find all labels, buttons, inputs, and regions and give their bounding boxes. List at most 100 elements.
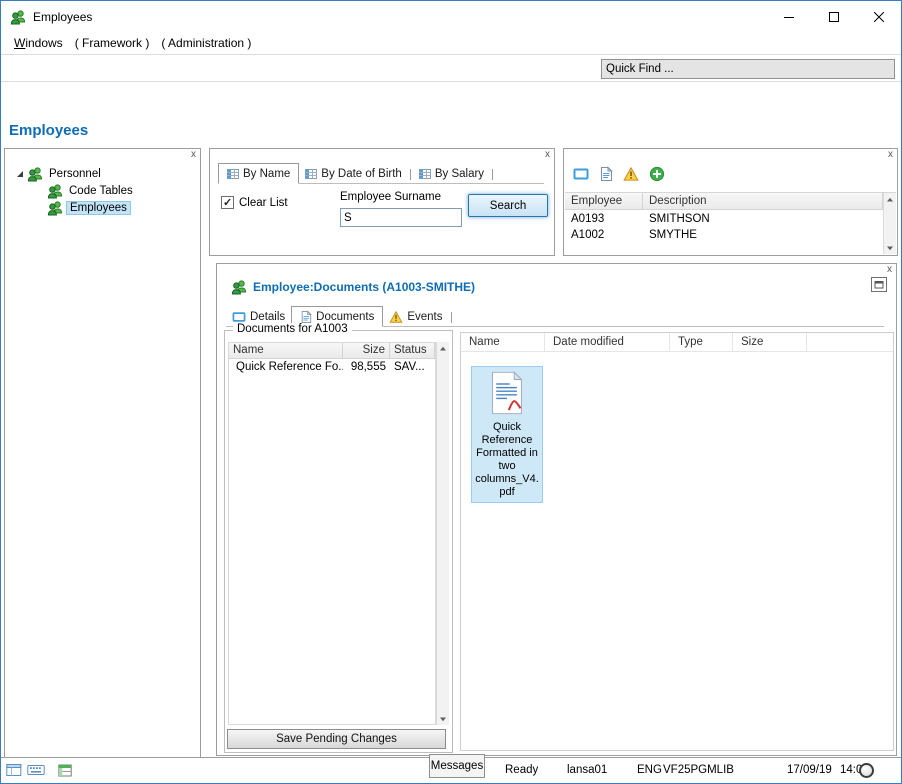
table-row[interactable]: A0193 SMITHSON bbox=[565, 211, 883, 227]
tab-by-name[interactable]: By Name bbox=[218, 163, 300, 184]
scroll-down-icon[interactable] bbox=[884, 242, 897, 254]
title-bar: Employees bbox=[1, 1, 901, 32]
search-results-panel: x Employee Description A0193 SMITHSON A1… bbox=[563, 148, 898, 256]
document-size-cell: 98,555 bbox=[350, 361, 386, 373]
documents-group-title: Documents for A1003 bbox=[233, 323, 352, 335]
minimize-button[interactable] bbox=[766, 1, 811, 32]
tab-by-date-of-birth[interactable]: By Date of Birth bbox=[299, 165, 408, 183]
column-header-name[interactable]: Name bbox=[461, 333, 545, 351]
close-button[interactable] bbox=[856, 1, 901, 32]
documents-scrollbar[interactable] bbox=[436, 342, 449, 725]
warning-icon[interactable] bbox=[623, 167, 639, 181]
tree-item-employees[interactable]: Employees bbox=[5, 199, 200, 216]
people-icon bbox=[231, 279, 247, 295]
maximize-icon bbox=[828, 11, 839, 22]
documents-panel-header: Employee:Documents (A1003-SMITHE) bbox=[231, 279, 475, 295]
status-indicator-icon bbox=[859, 763, 874, 778]
tree-item-label: Personnel bbox=[49, 167, 101, 180]
close-icon bbox=[873, 11, 884, 22]
menu-windows[interactable]: Windows bbox=[9, 36, 68, 50]
form-icon[interactable] bbox=[6, 763, 22, 777]
minimize-icon bbox=[783, 16, 794, 18]
messages-button[interactable]: Messages bbox=[429, 754, 485, 778]
people-icon bbox=[27, 166, 43, 182]
search-panel-close-icon[interactable]: x bbox=[545, 149, 550, 161]
tree-item-label: Code Tables bbox=[69, 184, 133, 197]
save-pending-changes-button[interactable]: Save Pending Changes bbox=[227, 729, 446, 749]
scroll-up-icon[interactable] bbox=[437, 342, 450, 354]
employee-surname-label: Employee Surname bbox=[340, 191, 441, 203]
search-button[interactable]: Search bbox=[468, 194, 548, 217]
menu-framework[interactable]: ( Framework ) bbox=[70, 36, 155, 50]
page-title: Employees bbox=[9, 122, 89, 139]
column-header-type[interactable]: Type bbox=[670, 333, 733, 351]
status-bar-icons bbox=[6, 763, 72, 777]
table-row[interactable]: Quick Reference Fo... 98,555 SAV... bbox=[229, 359, 435, 376]
details-icon bbox=[232, 311, 246, 323]
results-rows: A0193 SMITHSON A1002 SMYTHE bbox=[565, 211, 883, 243]
clear-list-row: Clear List bbox=[221, 196, 288, 209]
file-item-selected[interactable]: Quick Reference Formatted in two columns… bbox=[471, 366, 543, 503]
column-header-employee[interactable]: Employee bbox=[565, 193, 643, 209]
results-scrollbar[interactable] bbox=[883, 193, 896, 254]
app-window: Employees Windows ( Framework ) ( Admini… bbox=[0, 0, 902, 784]
documents-table-header: Name Size Status bbox=[229, 343, 435, 359]
column-header-size[interactable]: Size bbox=[343, 343, 390, 358]
navigation-tree: Personnel Code Tables Employees bbox=[5, 149, 200, 216]
spreadsheet-icon[interactable] bbox=[58, 764, 72, 777]
people-icon bbox=[47, 183, 63, 199]
status-ready: Ready bbox=[505, 764, 539, 776]
results-panel-close-icon[interactable]: x bbox=[888, 149, 893, 161]
status-user: lansa01 bbox=[567, 764, 608, 776]
status-date: 17/09/19 bbox=[787, 764, 832, 776]
document-icon[interactable] bbox=[599, 166, 613, 182]
tab-label: Details bbox=[250, 311, 286, 323]
window-title: Employees bbox=[33, 9, 93, 24]
employee-search-panel: x By Name By Date of Birth By Salary Cle… bbox=[209, 148, 555, 256]
expander-icon[interactable] bbox=[15, 169, 24, 178]
tree-item-code-tables[interactable]: Code Tables bbox=[5, 182, 200, 199]
tab-separator bbox=[409, 169, 411, 180]
file-name-label: Quick Reference Formatted in two columns… bbox=[475, 421, 539, 498]
column-header-size[interactable]: Size bbox=[733, 333, 807, 351]
tab-events[interactable]: Events bbox=[383, 308, 448, 326]
table-row[interactable]: A1002 SMYTHE bbox=[565, 227, 883, 243]
navigation-tree-panel: x Personnel Code Tables Employees bbox=[4, 148, 201, 758]
details-view-icon[interactable] bbox=[573, 167, 589, 181]
status-language: ENG bbox=[637, 764, 662, 776]
tab-by-salary[interactable]: By Salary bbox=[413, 165, 490, 183]
employee-cell: A0193 bbox=[571, 213, 605, 225]
column-header-date-modified[interactable]: Date modified bbox=[545, 333, 670, 351]
documents-panel-close-icon[interactable]: x bbox=[887, 264, 892, 276]
column-header-description[interactable]: Description bbox=[643, 193, 883, 209]
maximize-icon bbox=[874, 280, 884, 289]
quick-find-input[interactable] bbox=[601, 59, 895, 79]
keyboard-icon[interactable] bbox=[27, 764, 45, 776]
document-icon bbox=[300, 310, 312, 324]
tab-label: Documents bbox=[316, 310, 375, 323]
tree-item-personnel[interactable]: Personnel bbox=[5, 165, 200, 182]
maximize-button[interactable] bbox=[811, 1, 856, 32]
column-header-status[interactable]: Status bbox=[390, 343, 435, 358]
menu-administration[interactable]: ( Administration ) bbox=[156, 36, 256, 50]
employee-documents-panel: x Employee:Documents (A1003-SMITHE) Deta… bbox=[216, 263, 897, 756]
clear-list-checkbox[interactable] bbox=[221, 196, 234, 209]
file-list-header: Name Date modified Type Size bbox=[461, 333, 893, 352]
results-toolbar bbox=[573, 166, 665, 182]
scroll-up-icon[interactable] bbox=[884, 193, 897, 205]
scroll-down-icon[interactable] bbox=[437, 713, 450, 725]
tab-separator bbox=[492, 169, 494, 180]
warning-icon bbox=[389, 311, 403, 323]
table-icon bbox=[419, 168, 431, 180]
column-header-name[interactable]: Name bbox=[229, 343, 343, 358]
status-bar: Messages Ready lansa01 ENG VF25PGMLIB 17… bbox=[1, 754, 901, 783]
document-status-cell: SAV... bbox=[394, 361, 425, 373]
document-name-text: Quick Reference Fo... bbox=[236, 361, 343, 373]
add-icon[interactable] bbox=[649, 166, 665, 182]
tree-panel-close-icon[interactable]: x bbox=[191, 149, 196, 161]
documents-table: Name Size Status Quick Reference Fo... 9… bbox=[228, 342, 436, 725]
panel-maximize-button[interactable] bbox=[871, 277, 887, 292]
file-list-view: Name Date modified Type Size Quick Refer… bbox=[460, 332, 894, 751]
results-header: Employee Description bbox=[565, 193, 883, 210]
employee-surname-input[interactable] bbox=[340, 208, 462, 227]
